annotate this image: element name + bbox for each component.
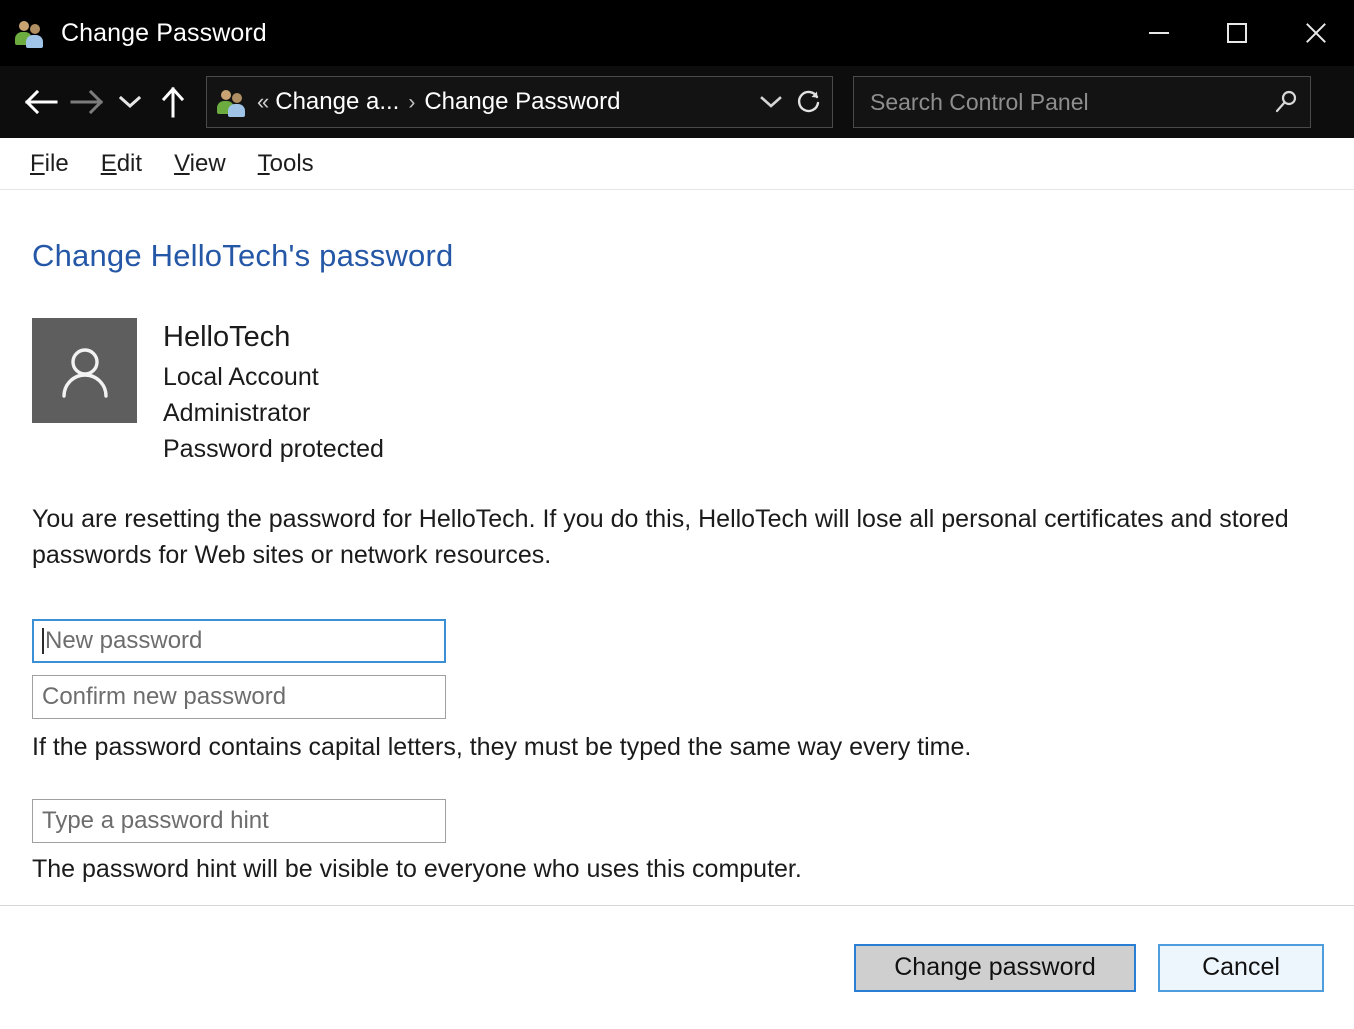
content-area: Change HelloTech's password HelloTech Lo… <box>0 190 1354 905</box>
breadcrumb-item-change-account[interactable]: Change a... <box>275 88 399 116</box>
title-bar: Change Password <box>0 0 1354 66</box>
confirm-password-field[interactable] <box>32 675 446 720</box>
refresh-button[interactable] <box>796 89 822 115</box>
avatar <box>32 318 137 423</box>
navigation-bar: « Change a... › Change Password <box>0 66 1354 138</box>
address-dropdown-button[interactable] <box>760 95 782 109</box>
search-box[interactable] <box>853 76 1311 128</box>
breadcrumb-separator-icon: › <box>408 90 416 114</box>
capital-letters-note: If the password contains capital letters… <box>32 733 972 762</box>
password-hint-input[interactable] <box>42 807 436 836</box>
person-avatar-icon <box>61 347 108 398</box>
menu-view-label: iew <box>189 149 226 177</box>
menu-tools-label: ools <box>269 149 314 177</box>
forward-button[interactable] <box>64 79 110 125</box>
breadcrumb-overflow-icon[interactable]: « <box>257 91 269 113</box>
menu-bar: File Edit View Tools <box>0 138 1354 190</box>
window-controls <box>1120 0 1354 66</box>
refresh-icon <box>797 90 820 113</box>
confirm-password-input[interactable] <box>42 683 436 712</box>
password-hint-field[interactable] <box>32 799 446 844</box>
up-arrow-icon <box>161 86 185 118</box>
menu-file-label: ile <box>44 149 69 177</box>
menu-view-accelerator: V <box>174 149 190 177</box>
menu-tools-accelerator: T <box>257 149 270 177</box>
reset-warning-text: You are resetting the password for Hello… <box>32 505 1289 570</box>
forward-arrow-icon <box>70 89 104 115</box>
up-button[interactable] <box>150 79 196 125</box>
maximize-button[interactable] <box>1198 0 1276 66</box>
menu-file[interactable]: File <box>14 150 85 178</box>
close-button[interactable] <box>1276 0 1354 66</box>
user-accounts-icon <box>217 88 247 117</box>
chevron-down-icon <box>760 96 782 108</box>
menu-view[interactable]: View <box>158 150 242 178</box>
search-input[interactable] <box>868 87 1274 117</box>
search-icon[interactable] <box>1274 89 1300 115</box>
maximize-icon <box>1227 23 1247 43</box>
new-password-field[interactable] <box>32 619 446 664</box>
account-role: Administrator <box>163 398 311 427</box>
account-type: Local Account <box>163 362 319 391</box>
menu-edit[interactable]: Edit <box>85 150 158 178</box>
change-password-button[interactable]: Change password <box>854 943 1136 992</box>
cancel-button[interactable]: Cancel <box>1158 943 1324 992</box>
footer-bar: Change password Cancel <box>0 905 1354 1029</box>
recent-locations-button[interactable] <box>110 79 150 125</box>
account-summary: HelloTech Local Account Administrator Pa… <box>32 318 1322 467</box>
menu-edit-accelerator: E <box>100 149 117 177</box>
new-password-input[interactable] <box>45 627 436 656</box>
account-details: HelloTech Local Account Administrator Pa… <box>163 318 384 467</box>
close-icon <box>1302 20 1328 46</box>
breadcrumb-item-change-password[interactable]: Change Password <box>424 88 620 116</box>
address-bar[interactable]: « Change a... › Change Password <box>206 76 833 128</box>
minimize-button[interactable] <box>1120 0 1198 66</box>
menu-tools[interactable]: Tools <box>242 150 330 178</box>
minimize-icon <box>1149 32 1169 34</box>
back-arrow-icon <box>24 89 58 115</box>
account-protection-status: Password protected <box>163 435 384 464</box>
hint-visibility-note: The password hint will be visible to eve… <box>32 855 802 884</box>
text-caret <box>42 628 44 655</box>
change-password-window: Change Password « Change a... › Change P… <box>0 0 1354 1029</box>
page-title: Change HelloTech's password <box>32 238 454 273</box>
chevron-down-icon <box>119 95 141 109</box>
menu-edit-label: dit <box>116 149 143 177</box>
menu-file-accelerator: F <box>30 149 45 177</box>
window-title: Change Password <box>61 18 267 47</box>
account-name: HelloTech <box>163 321 291 353</box>
back-button[interactable] <box>18 79 64 125</box>
user-accounts-icon <box>14 17 48 49</box>
